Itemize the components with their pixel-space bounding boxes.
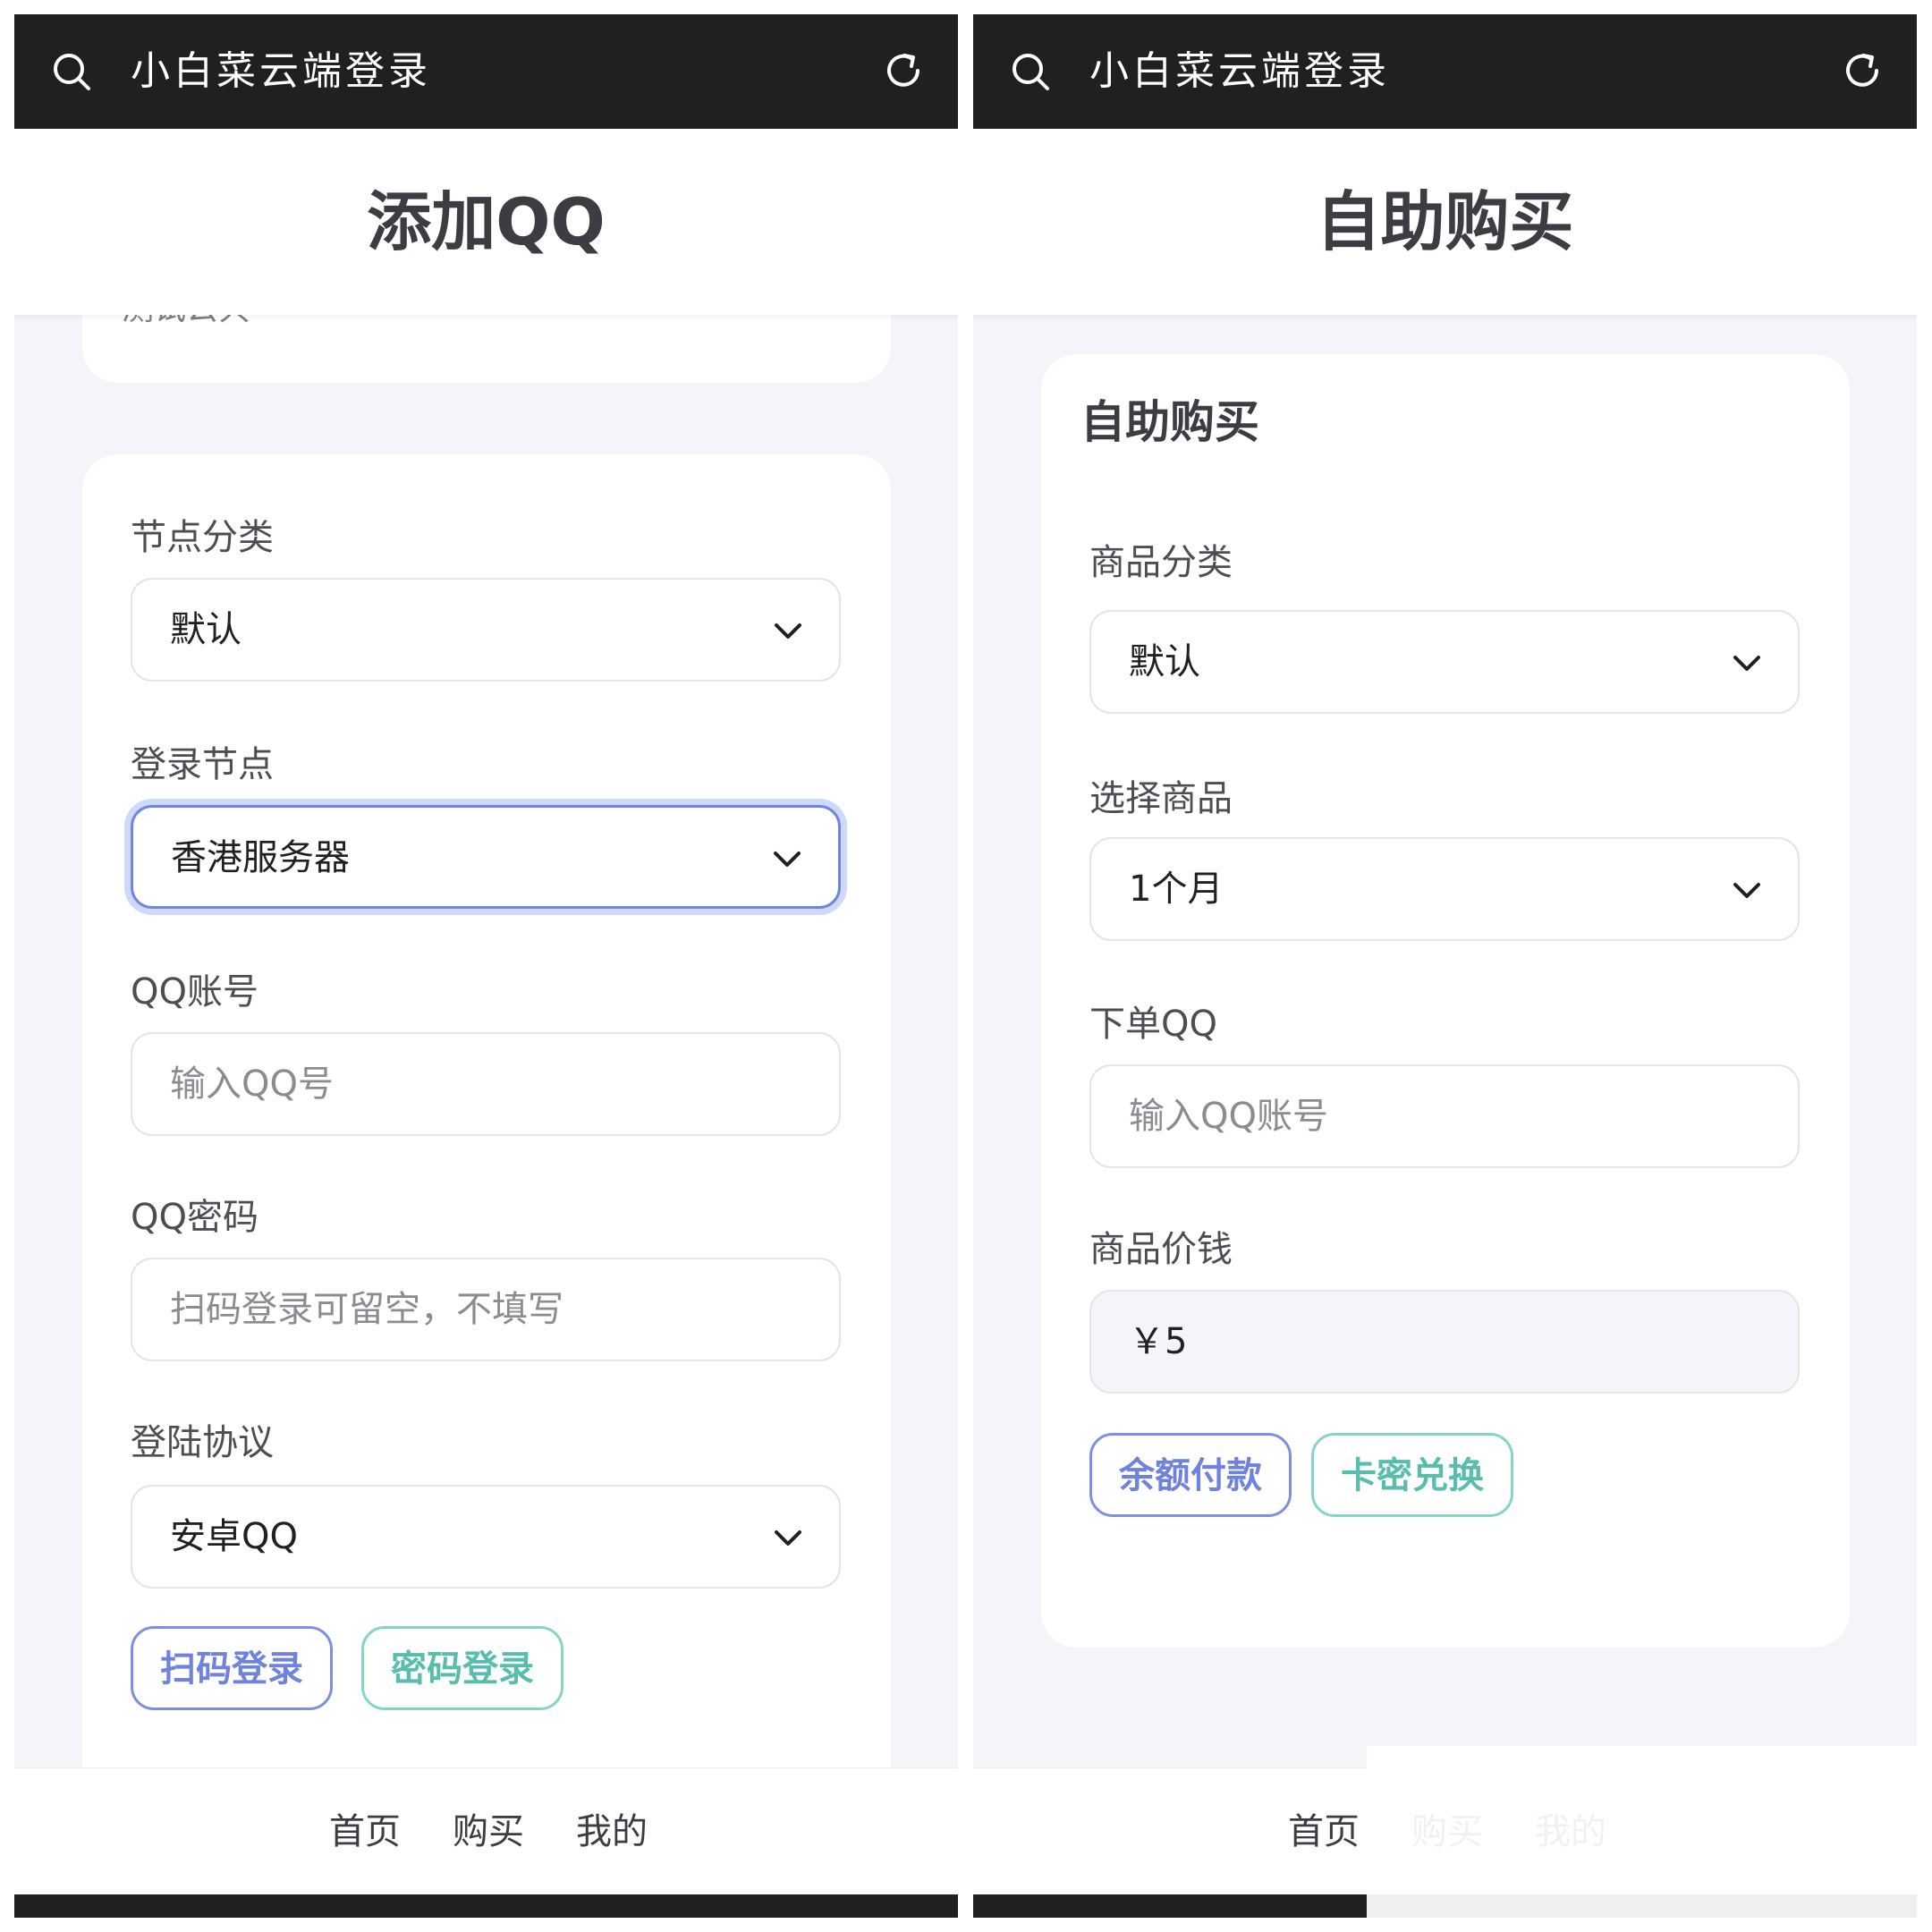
browser-top-bar: 小白菜云端登录	[973, 14, 1917, 129]
search-icon[interactable]	[1009, 50, 1052, 93]
nav-buy[interactable]: 购买	[453, 1768, 524, 1895]
product-category-select[interactable]: 默认	[1089, 610, 1800, 714]
screenshot-root: 小白菜云端登录 添加QQ 测试公共 节点分类 默认 登录节点 香港服务器	[0, 0, 1932, 1932]
order-qq-label: 下单QQ	[1089, 1004, 1217, 1045]
refresh-icon[interactable]	[881, 48, 926, 93]
qq-password-label: QQ密码	[131, 1197, 258, 1238]
product-price-value: ￥5	[1129, 1321, 1188, 1362]
qq-password-placeholder: 扫码登录可留空，不填写	[170, 1289, 564, 1330]
node-category-value: 默认	[170, 609, 242, 650]
nav-mine[interactable]: 我的	[576, 1768, 648, 1895]
node-category-label: 节点分类	[131, 517, 274, 558]
system-home-bar	[14, 1894, 958, 1918]
card-redeem-button[interactable]: 卡密兑换	[1311, 1433, 1513, 1517]
scan-login-button[interactable]: 扫码登录	[131, 1626, 333, 1710]
product-category-value: 默认	[1129, 641, 1200, 682]
select-product-value: 1个月	[1129, 869, 1224, 910]
phone-screen-self-purchase: 小白菜云端登录 自助购买 自助购买 商品分类 默认 选择商品 1个月 下单QQ …	[973, 14, 1917, 1918]
nav-home[interactable]: 首页	[329, 1768, 401, 1895]
order-qq-placeholder: 输入QQ账号	[1129, 1096, 1328, 1137]
bottom-nav: 首页 购买 我的	[14, 1767, 958, 1895]
login-node-select[interactable]: 香港服务器	[131, 805, 841, 909]
select-product-select[interactable]: 1个月	[1089, 837, 1800, 941]
add-qq-form-card: 节点分类 默认 登录节点 香港服务器 QQ账号 输入QQ号 QQ密码 扫码登录可	[82, 454, 891, 1805]
page-title: 自助购买	[1316, 184, 1574, 259]
purchase-form-card: 自助购买 商品分类 默认 选择商品 1个月 下单QQ 输入QQ账号 商品价钱 ￥…	[1041, 354, 1850, 1648]
browser-top-bar: 小白菜云端登录	[14, 14, 958, 129]
qq-account-placeholder: 输入QQ号	[170, 1063, 334, 1105]
order-qq-input[interactable]: 输入QQ账号	[1089, 1064, 1800, 1168]
phone-screen-add-qq: 小白菜云端登录 添加QQ 测试公共 节点分类 默认 登录节点 香港服务器	[14, 14, 958, 1918]
login-node-value: 香港服务器	[171, 837, 350, 878]
chevron-down-icon	[775, 623, 801, 639]
login-protocol-select[interactable]: 安卓QQ	[131, 1485, 841, 1589]
qq-account-label: QQ账号	[131, 971, 258, 1013]
chevron-down-icon	[774, 852, 801, 867]
search-icon[interactable]	[50, 50, 93, 93]
page-title: 添加QQ	[367, 184, 606, 259]
nav-home[interactable]: 首页	[1288, 1768, 1360, 1895]
product-price-label: 商品价钱	[1089, 1229, 1233, 1270]
select-product-label: 选择商品	[1089, 778, 1233, 819]
browser-title: 小白菜云端登录	[1089, 48, 1390, 94]
chevron-down-icon	[1733, 883, 1760, 898]
node-category-select[interactable]: 默认	[131, 578, 841, 682]
page-header: 添加QQ	[14, 129, 958, 315]
qq-password-input[interactable]: 扫码登录可留空，不填写	[131, 1258, 841, 1361]
product-price-field: ￥5	[1089, 1290, 1800, 1394]
chevron-down-icon	[775, 1530, 801, 1546]
balance-pay-button[interactable]: 余额付款	[1089, 1433, 1292, 1517]
watermark-overlay	[1367, 1746, 1917, 1918]
browser-title: 小白菜云端登录	[131, 48, 431, 94]
password-login-button[interactable]: 密码登录	[361, 1626, 564, 1710]
chevron-down-icon	[1733, 656, 1760, 671]
card-title: 自助购买	[1080, 396, 1259, 448]
qq-account-input[interactable]: 输入QQ号	[131, 1032, 841, 1136]
login-node-label: 登录节点	[131, 744, 274, 785]
refresh-icon[interactable]	[1840, 48, 1885, 93]
product-category-label: 商品分类	[1089, 542, 1233, 583]
login-protocol-label: 登陆协议	[131, 1422, 274, 1463]
page-header: 自助购买	[973, 129, 1917, 315]
login-protocol-value: 安卓QQ	[170, 1516, 298, 1557]
